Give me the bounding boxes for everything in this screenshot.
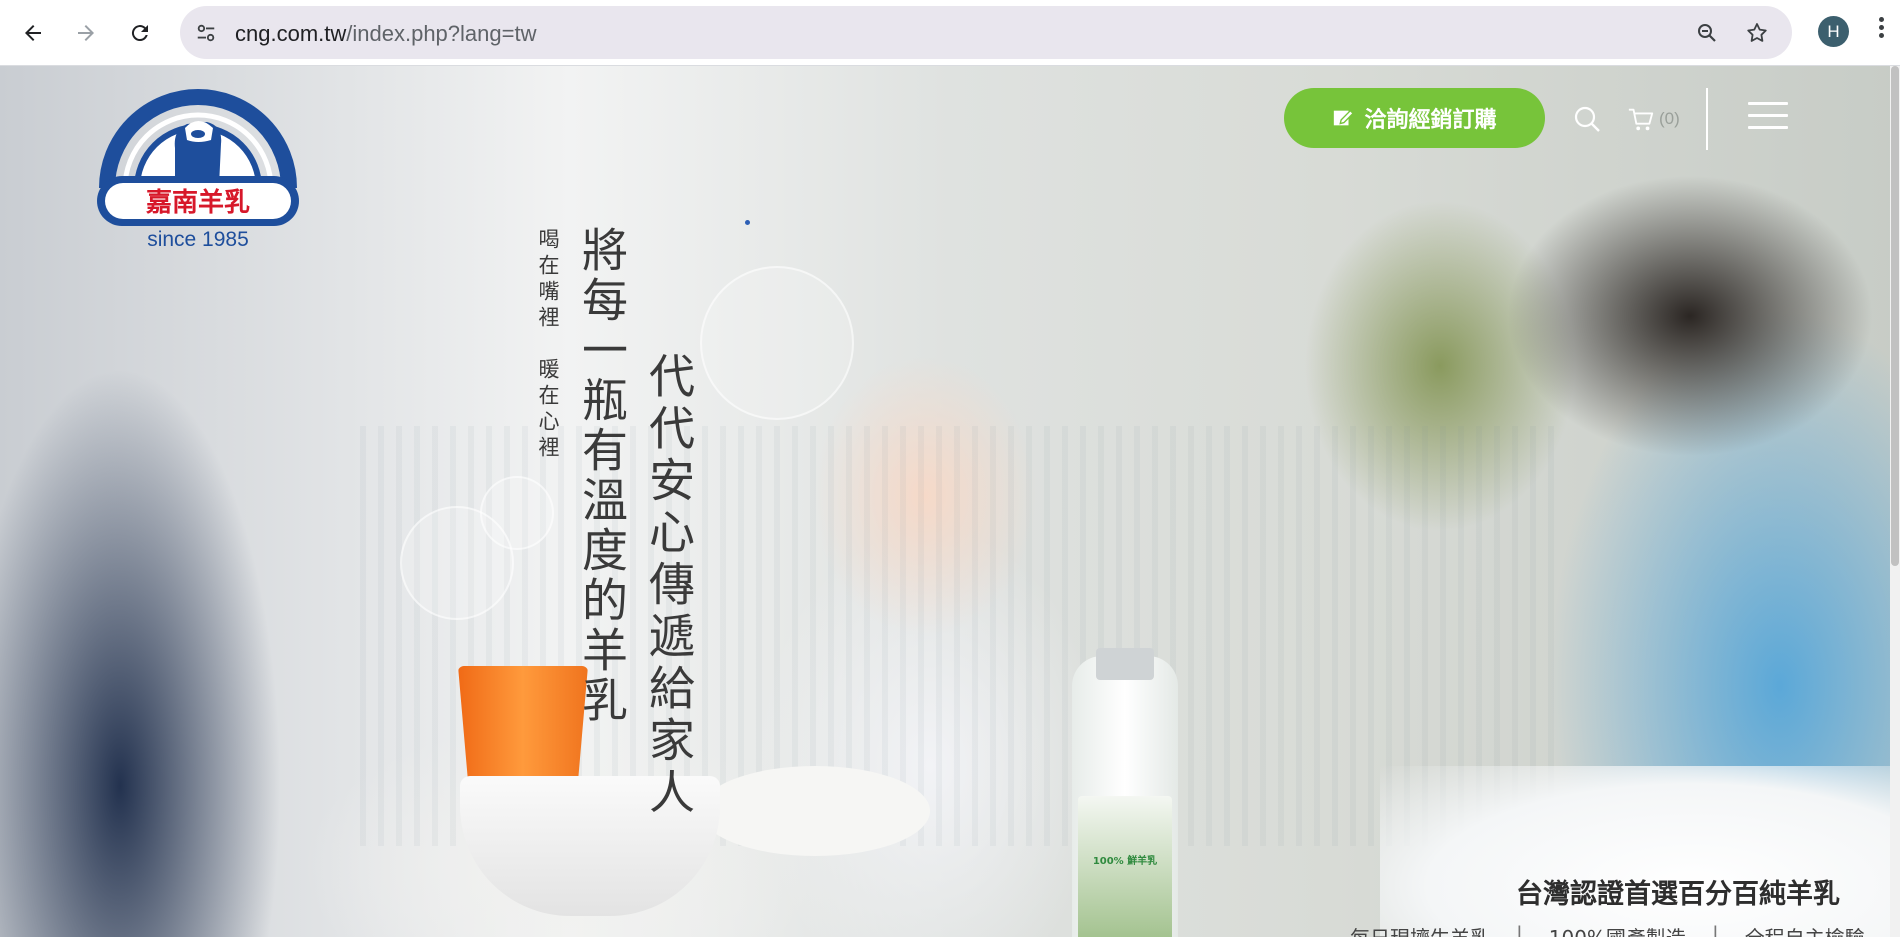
star-icon[interactable] <box>1742 18 1772 48</box>
since-text: since 1985 <box>147 228 249 251</box>
milk-bottle-image: 100% 鮮羊乳 <box>1072 648 1178 937</box>
inquiry-order-label: 洽詢經銷訂購 <box>1364 108 1497 133</box>
logo-text: 嘉南羊乳 <box>146 187 250 218</box>
forward-button[interactable] <box>66 13 106 53</box>
feature-separator: | <box>1711 922 1719 937</box>
hamburger-menu-button[interactable] <box>1748 102 1788 132</box>
inquiry-order-button[interactable]: 洽詢經銷訂購 <box>1284 88 1545 148</box>
back-button[interactable] <box>13 13 53 53</box>
cart-button[interactable]: (0) <box>1627 104 1707 134</box>
site-logo[interactable]: 嘉南羊乳 since 1985 <box>95 78 301 254</box>
arrow-left-icon <box>25 25 41 41</box>
arrow-right-icon <box>78 25 94 41</box>
goat-logo-icon: 嘉南羊乳 <box>97 89 299 226</box>
web-page: 100% 鮮羊乳 嘉南羊乳 since 1985 喝在嘴裡 暖在心裡 將每一瓶有… <box>0 66 1900 937</box>
hero-tagline: 台灣認證首選百分百純羊乳 <box>1516 879 1840 910</box>
hamburger-line <box>1748 126 1788 129</box>
bubble-decoration <box>700 266 854 420</box>
slogan-line-1: 將每一瓶有溫度的羊乳 <box>575 226 629 726</box>
feature-separator: | <box>1516 922 1523 937</box>
url-path: /index.php?lang=tw <box>346 21 537 46</box>
feature-item: 100%國產製造 <box>1549 922 1686 937</box>
zoom-icon[interactable] <box>1692 18 1722 48</box>
url-host: cng.com.tw <box>235 21 347 46</box>
url-text[interactable]: cng.com.tw/index.php?lang=tw <box>235 21 536 47</box>
slogan-small: 喝在嘴裡 暖在心裡 <box>536 228 560 462</box>
edit-icon <box>1334 109 1355 126</box>
cart-icon <box>1628 108 1654 131</box>
search-icon <box>1574 106 1600 132</box>
hamburger-line <box>1748 114 1788 117</box>
tune-icon[interactable] <box>192 19 220 47</box>
address-bar[interactable]: cng.com.tw/index.php?lang=tw <box>180 6 1792 59</box>
milk-splash-image <box>1380 766 1900 937</box>
browser-toolbar: cng.com.tw/index.php?lang=tw H <box>0 0 1900 66</box>
cart-count: (0) <box>1659 109 1680 128</box>
reload-button[interactable] <box>120 13 160 53</box>
feature-list: 每日現擠生羊乳 | 100%國產製造 | 全程自主檢驗 <box>1350 922 1865 937</box>
header-divider <box>1706 88 1708 150</box>
search-button[interactable] <box>1572 104 1602 134</box>
bottle-label-text: 100% 鮮羊乳 <box>1092 856 1158 867</box>
feature-item: 全程自主檢驗 <box>1745 922 1865 937</box>
hamburger-line <box>1748 102 1788 105</box>
scrollbar-thumb[interactable] <box>1891 66 1899 566</box>
page-scrollbar[interactable] <box>1890 66 1900 937</box>
kebab-menu-icon[interactable] <box>1876 14 1886 48</box>
slogan-line-2: 代代安心傳遞給家人 <box>642 352 696 820</box>
reload-icon <box>131 25 148 42</box>
dot-decoration <box>745 220 750 225</box>
plate-image <box>700 766 930 856</box>
bubble-decoration <box>400 506 514 620</box>
profile-avatar[interactable]: H <box>1818 16 1849 47</box>
feature-item: 每日現擠生羊乳 <box>1350 922 1490 937</box>
